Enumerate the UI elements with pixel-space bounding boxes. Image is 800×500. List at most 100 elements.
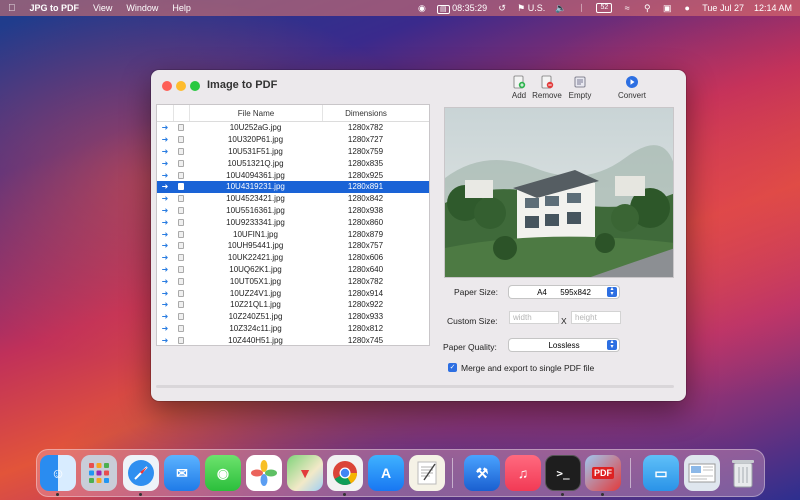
table-row[interactable]: ➜ 10U252aG.jpg 1280x782 xyxy=(157,122,429,134)
arrow-right-icon: ➜ xyxy=(161,253,169,263)
table-row[interactable]: ➜ 10UT05X1.jpg 1280x782 xyxy=(157,275,429,287)
file-table[interactable]: File Name Dimensions ➜ 10U252aG.jpg 1280x7… xyxy=(156,104,430,346)
launchpad-icon[interactable] xyxy=(81,455,117,491)
control-center-icon[interactable]: ▣ xyxy=(662,3,672,14)
paper-size-select[interactable]: A4 595x842 ▴ ▾ xyxy=(509,286,619,298)
window-title: Image to PDF xyxy=(207,79,278,91)
maps-icon[interactable]: ▼ xyxy=(287,455,323,491)
app-store-icon[interactable]: A xyxy=(368,455,404,491)
close-button[interactable] xyxy=(162,81,172,91)
image-file-icon xyxy=(178,159,184,167)
table-row[interactable]: ➜ 10UH95441.jpg 1280x757 xyxy=(157,240,429,252)
file-name-cell: 10UK22421.jpg xyxy=(227,253,284,263)
spotlight-search-icon[interactable]: ⚲ xyxy=(642,3,652,14)
table-row[interactable]: ➜ 10U4319231.jpg 1280x891 xyxy=(157,180,429,193)
image-file-icon xyxy=(178,336,184,344)
arrow-right-icon: ➜ xyxy=(161,312,169,322)
file-name-cell: 10UFIN1.jpg xyxy=(233,229,278,239)
siri-icon[interactable]: ● xyxy=(682,3,692,13)
menu-date[interactable]: Tue Jul 27 xyxy=(702,3,744,13)
bluetooth-icon[interactable]: ᛁ xyxy=(576,3,586,13)
column-header-dimensions[interactable]: Dimensions xyxy=(322,105,409,121)
hotspot-icon[interactable]: ◉ xyxy=(417,3,427,14)
convert-button[interactable]: Convert xyxy=(614,75,650,100)
table-row[interactable]: ➜ 10Z240Z51.jpg 1280x933 xyxy=(157,311,429,323)
table-row[interactable]: ➜ 10Z21QL1.jpg 1280x922 xyxy=(157,299,429,311)
add-file-icon xyxy=(513,75,526,89)
dimensions-cell: 1280x759 xyxy=(347,146,384,156)
table-row[interactable]: ➜ 10UK22421.jpg 1280x606 xyxy=(157,252,429,264)
menu-help[interactable]: Help xyxy=(172,3,191,13)
terminal-icon[interactable]: >_ xyxy=(545,455,581,491)
photos-icon[interactable] xyxy=(246,455,282,491)
zoom-button[interactable] xyxy=(190,81,200,91)
file-name-cell: 10U51321Q.jpg xyxy=(227,158,284,168)
arrow-right-icon: ➜ xyxy=(161,194,169,204)
dimensions-cell: 1280x606 xyxy=(347,253,384,263)
arrow-right-icon: ➜ xyxy=(161,217,169,227)
mail-icon[interactable]: ✉ xyxy=(164,455,200,491)
dimensions-cell: 1280x812 xyxy=(347,323,384,333)
title-bar[interactable]: Image to PDF Add Remove Empty Convert xyxy=(151,70,686,104)
wifi-icon[interactable]: ≈ xyxy=(622,3,632,13)
table-row[interactable]: ➜ 10UQ62K1.jpg 1280x640 xyxy=(157,264,429,276)
status-clock-chip[interactable]: ▤ 08:35:29 xyxy=(436,3,487,14)
size-separator-x: X xyxy=(561,316,567,326)
minimize-button[interactable] xyxy=(176,81,186,91)
xcode-icon[interactable]: ⚒ xyxy=(464,455,500,491)
trash-icon[interactable] xyxy=(725,455,761,491)
finder-icon[interactable]: ☺ xyxy=(40,455,76,491)
height-field[interactable]: height xyxy=(571,311,621,324)
custom-size-label: Custom Size: xyxy=(447,316,498,326)
battery-indicator[interactable]: 52 xyxy=(596,3,613,13)
empty-button[interactable]: Empty xyxy=(562,75,598,100)
textedit-icon[interactable] xyxy=(409,455,445,491)
image-file-icon xyxy=(178,265,184,273)
messages-icon[interactable]: ◉ xyxy=(205,455,241,491)
table-row[interactable]: ➜ 10U51321Q.jpg 1280x835 xyxy=(157,157,429,169)
arrow-right-icon: ➜ xyxy=(161,158,169,168)
file-name-cell: 10U531F51.jpg xyxy=(228,146,283,156)
paper-quality-value: Lossless xyxy=(548,340,580,350)
table-row[interactable]: ➜ 10Z324c11.jpg 1280x812 xyxy=(157,323,429,335)
table-row[interactable]: ➜ 10U4094361.jpg 1280x925 xyxy=(157,169,429,181)
menu-view[interactable]: View xyxy=(93,3,112,13)
paper-quality-select[interactable]: Lossless ▴ ▾ xyxy=(509,339,619,351)
arrow-right-icon: ➜ xyxy=(161,205,169,215)
menu-time[interactable]: 12:14 AM xyxy=(754,3,792,13)
table-row[interactable]: ➜ 10Z440H51.jpg 1280x745 xyxy=(157,334,429,345)
safari-icon[interactable] xyxy=(123,455,159,491)
table-row[interactable]: ➜ 10U5516361.jpg 1280x938 xyxy=(157,205,429,217)
column-header-file-name[interactable]: File Name xyxy=(189,105,322,121)
menu-window[interactable]: Window xyxy=(126,3,158,13)
app-menu[interactable]: JPG to PDF xyxy=(30,3,80,13)
table-row[interactable]: ➜ 10U531F51.jpg 1280x759 xyxy=(157,146,429,158)
file-name-cell: 10Z240Z51.jpg xyxy=(228,312,283,322)
dimensions-cell: 1280x891 xyxy=(347,182,384,192)
input-source[interactable]: ⚑ U.S. xyxy=(517,3,545,14)
dimensions-cell: 1280x842 xyxy=(347,194,384,204)
file-name-cell: 10UT05X1.jpg xyxy=(229,276,282,286)
time-machine-icon[interactable]: ↺ xyxy=(497,3,507,14)
arrow-right-icon: ➜ xyxy=(161,123,169,133)
table-row[interactable]: ➜ 10UZ24V1.jpg 1280x914 xyxy=(157,287,429,299)
table-row[interactable]: ➜ 10U9233341.jpg 1280x860 xyxy=(157,216,429,228)
apple-menu-icon[interactable]:  xyxy=(8,3,16,14)
file-name-cell: 10U4319231.jpg xyxy=(226,182,285,192)
merge-checkbox[interactable]: ✓ xyxy=(448,363,457,372)
folder-icon[interactable]: ▭ xyxy=(643,455,679,491)
remove-button[interactable]: Remove xyxy=(529,75,565,100)
width-field[interactable]: width xyxy=(509,311,559,324)
preview-icon[interactable] xyxy=(684,455,720,491)
volume-icon[interactable]: 🔈 xyxy=(555,3,566,14)
music-icon[interactable]: ♫ xyxy=(505,455,541,491)
arrow-right-icon: ➜ xyxy=(161,288,169,298)
convert-label: Convert xyxy=(617,91,646,100)
arrow-right-icon: ➜ xyxy=(161,170,169,180)
table-row[interactable]: ➜ 10U4523421.jpg 1280x842 xyxy=(157,193,429,205)
chrome-icon[interactable] xyxy=(327,455,363,491)
jpg-to-pdf-icon[interactable]: PDF xyxy=(585,455,621,491)
table-row[interactable]: ➜ 10U320P61.jpg 1280x727 xyxy=(157,134,429,146)
file-name-cell: 10UQ62K1.jpg xyxy=(229,264,282,274)
table-row[interactable]: ➜ 10UFIN1.jpg 1280x879 xyxy=(157,228,429,240)
